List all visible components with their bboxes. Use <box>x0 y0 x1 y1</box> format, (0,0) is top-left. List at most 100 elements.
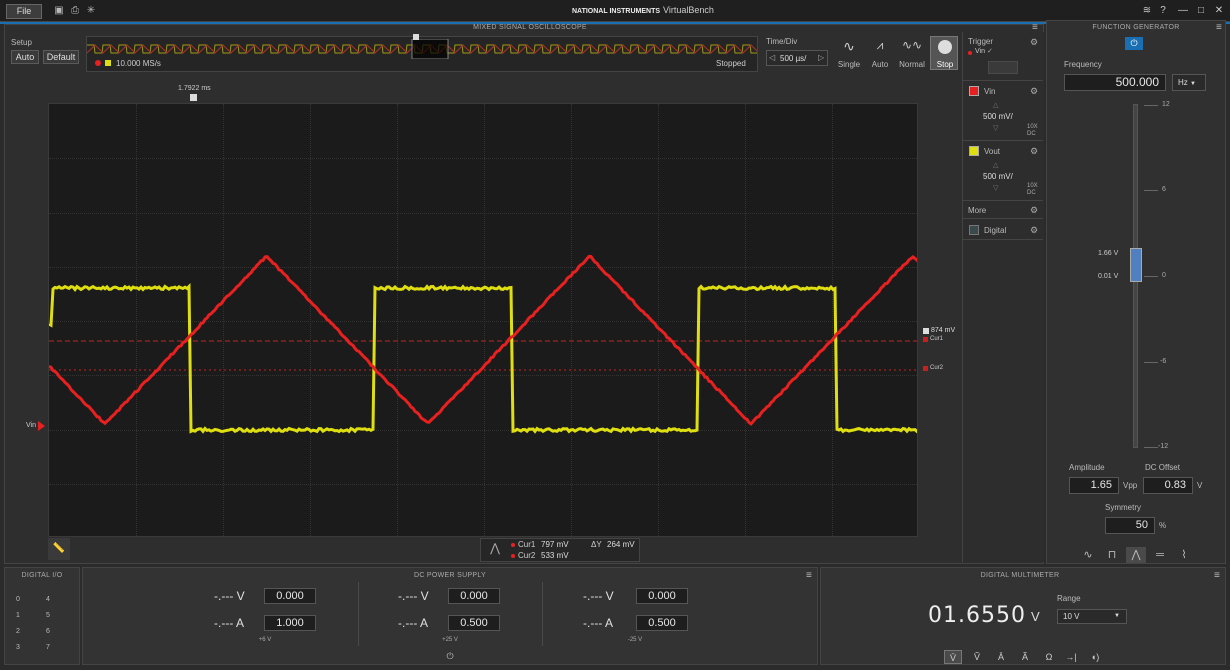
timediv-control[interactable]: ◁ 500 µs/ ▷ <box>766 50 828 66</box>
file-menu-button[interactable]: File <box>6 4 42 19</box>
single-icon[interactable]: ∿ <box>836 38 862 54</box>
cursor2-marker[interactable] <box>923 366 928 371</box>
continuity-icon[interactable]: ◖) <box>1086 650 1104 664</box>
tick <box>1144 190 1158 191</box>
offset-input[interactable]: 0.83 <box>1143 477 1193 494</box>
triangle-wave-icon[interactable]: ⋀ <box>1126 547 1146 563</box>
digital-gear-icon[interactable]: ⚙ <box>1030 225 1038 236</box>
trigger-gear-icon[interactable]: ⚙ <box>1030 37 1038 48</box>
psu-menu-icon[interactable]: ≡ <box>806 572 816 580</box>
fgen-menu-icon[interactable]: ≡ <box>1216 24 1226 32</box>
ac-current-icon[interactable]: Ã <box>1016 650 1034 664</box>
stop-button[interactable]: Stop <box>930 36 958 70</box>
vout-scale-up-icon[interactable]: △ <box>993 161 998 169</box>
tick <box>1144 447 1158 448</box>
psu2-current-input[interactable]: 0.500 <box>448 615 500 631</box>
normal-icon[interactable]: ∿∿ <box>898 38 926 54</box>
mode-auto[interactable]: Auto <box>867 60 893 69</box>
dc-voltage-icon[interactable]: V̄ <box>944 650 962 664</box>
trigger-level-marker[interactable] <box>923 328 929 334</box>
mode-normal[interactable]: Normal <box>896 60 928 69</box>
cur2-value: 533 mV <box>541 551 569 560</box>
trigger-time-marker[interactable] <box>190 94 197 101</box>
psu3-voltage-display: -.--- V <box>583 589 614 603</box>
dmm-menu-icon[interactable]: ≡ <box>1214 572 1224 580</box>
frequency-unit-select[interactable]: Hz ▼ <box>1172 74 1206 91</box>
symmetry-input[interactable]: 50 <box>1105 517 1155 534</box>
scope-display[interactable] <box>48 103 918 537</box>
digital-label: Digital <box>984 226 1006 235</box>
power-icon[interactable]: ⏻ <box>1125 37 1143 50</box>
psu1-voltage-input[interactable]: 0.000 <box>264 588 316 604</box>
mode-single[interactable]: Single <box>836 60 862 69</box>
cursor1-marker[interactable] <box>923 337 928 342</box>
vin-name: Vin <box>984 87 995 96</box>
minimize-button[interactable]: — <box>1174 3 1192 19</box>
more-gear-icon[interactable]: ⚙ <box>1030 205 1038 216</box>
close-button[interactable]: ✕ <box>1210 3 1228 19</box>
psu2-current-display: -.--- A <box>398 616 428 630</box>
setup-label: Setup <box>11 38 32 47</box>
amplitude-input[interactable]: 1.65 <box>1069 477 1119 494</box>
dmm-reading: 01.6550 <box>928 603 1026 628</box>
cur1-value: 797 mV <box>541 540 569 549</box>
vout-swatch[interactable] <box>969 146 979 156</box>
help-icon[interactable]: ? <box>1154 3 1172 19</box>
ni-logo: NATIONAL INSTRUMENTS <box>572 8 660 15</box>
digital-swatch[interactable] <box>969 225 979 235</box>
dio-7: 7 <box>46 644 50 651</box>
overview-waveform[interactable] <box>87 39 757 59</box>
timediv-increase-icon[interactable]: ▷ <box>818 53 824 62</box>
overview-trigger-marker[interactable] <box>413 34 419 40</box>
trigger-source[interactable]: Vin <box>975 48 985 55</box>
noise-wave-icon[interactable]: ⌇ <box>1174 547 1194 563</box>
resistance-icon[interactable]: Ω <box>1040 650 1058 664</box>
psu2-voltage-input[interactable]: 0.000 <box>448 588 500 604</box>
vin-scale-down-icon[interactable]: ▽ <box>993 124 998 132</box>
square-wave-icon[interactable]: ⊓ <box>1102 547 1122 563</box>
vout-scale-down-icon[interactable]: ▽ <box>993 184 998 192</box>
vin-swatch[interactable] <box>969 86 979 96</box>
export-icon[interactable]: ⎙ <box>68 4 82 18</box>
dc-current-icon[interactable]: Ā <box>992 650 1010 664</box>
auto-setup-button[interactable]: Auto <box>11 50 39 64</box>
psu1-current-input[interactable]: 1.000 <box>264 615 316 631</box>
range-select[interactable]: 10 V ▼ <box>1057 609 1127 624</box>
overview-window <box>412 39 448 59</box>
app-title: NATIONAL INSTRUMENTS VirtualBench <box>572 5 714 15</box>
psu3-voltage-input[interactable]: 0.000 <box>636 588 688 604</box>
scale-tick-0: 0 <box>1162 272 1166 279</box>
maximize-button[interactable]: □ <box>1192 3 1210 19</box>
vin-offset-marker[interactable] <box>38 421 45 431</box>
auto-icon[interactable]: ⩘ <box>867 38 893 54</box>
force-trigger-button[interactable] <box>988 61 1018 74</box>
trigger-level: 874 mV <box>931 327 955 334</box>
ruler-icon[interactable]: 📏 <box>48 538 70 560</box>
sine-wave-icon[interactable]: ∿ <box>1078 547 1098 563</box>
frequency-input[interactable]: 500.000 <box>1064 74 1166 91</box>
amplitude-range-handle[interactable] <box>1130 248 1142 282</box>
trigger-edge-icon: ✓ <box>987 47 993 55</box>
default-setup-button[interactable]: Default <box>43 50 79 64</box>
psu1-label: +6 V <box>250 637 280 643</box>
vout-trace <box>49 287 918 432</box>
ac-voltage-icon[interactable]: Ṽ <box>968 650 986 664</box>
acq-status: Stopped <box>716 59 746 68</box>
dc-wave-icon[interactable]: ═ <box>1150 547 1170 563</box>
psu3-current-input[interactable]: 0.500 <box>636 615 688 631</box>
scope-menu-icon[interactable]: ≡ <box>1032 24 1042 32</box>
more-label[interactable]: More <box>968 206 986 215</box>
vin-gear-icon[interactable]: ⚙ <box>1030 86 1038 97</box>
cur1-name: Cur1 <box>518 540 535 549</box>
vin-scale-up-icon[interactable]: △ <box>993 101 998 109</box>
cursor-tool-icon[interactable]: ⋀ <box>485 541 505 561</box>
fgen-title: FUNCTION GENERATOR <box>1046 24 1226 31</box>
camera-icon[interactable]: ▣ <box>52 4 66 18</box>
vout-gear-icon[interactable]: ⚙ <box>1030 146 1038 157</box>
diode-icon[interactable]: →| <box>1062 650 1080 664</box>
psu-power-icon[interactable]: ⏻ <box>444 651 456 663</box>
connect-icon[interactable]: ✳ <box>84 4 98 18</box>
dio-6: 6 <box>46 628 50 635</box>
timediv-decrease-icon[interactable]: ◁ <box>769 53 775 62</box>
vin-probe: 10X <box>1027 124 1038 130</box>
